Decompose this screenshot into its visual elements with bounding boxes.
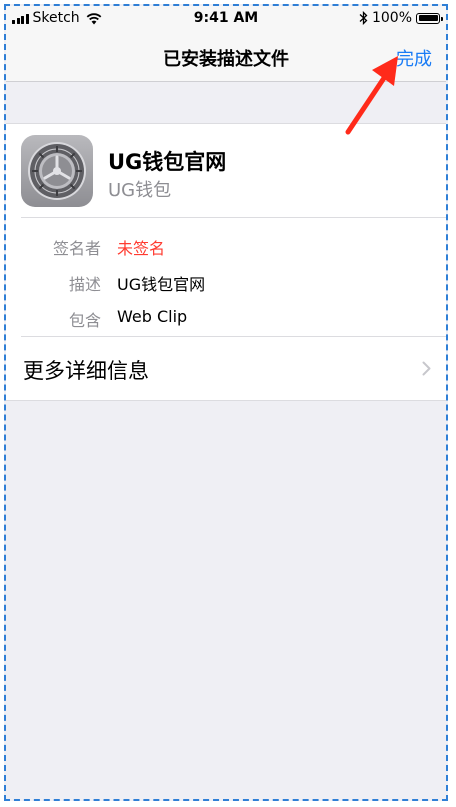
more-details-row[interactable]: 更多详细信息 (6, 337, 446, 400)
detail-key: 签名者 (52, 239, 101, 258)
screenshot-frame: Sketch 9:41 AM 100% 已安装描述文件 完成 UG钱包官网 UG… (4, 4, 448, 801)
status-bar: Sketch 9:41 AM 100% (6, 6, 446, 32)
annotation-arrow-icon (345, 56, 398, 135)
status-right: 100% (359, 10, 443, 26)
battery-percent: 100% (371, 10, 412, 26)
detail-value: Web Clip (117, 307, 188, 326)
detail-value: UG钱包官网 (117, 275, 206, 294)
profile-name: UG钱包官网 (108, 150, 227, 174)
settings-gear-icon (21, 135, 93, 207)
profile-subtitle: UG钱包 (108, 180, 172, 201)
bluetooth-icon (359, 11, 368, 25)
battery-icon (416, 12, 443, 24)
divider (21, 217, 446, 218)
detail-key: 包含 (68, 311, 101, 330)
detail-row-signer: 签名者 未签名 (6, 231, 446, 261)
profile-card: UG钱包官网 UG钱包 签名者 未签名 描述 UG钱包官网 包含 Web Cli… (6, 123, 446, 401)
detail-row-contains: 包含 Web Clip (6, 303, 446, 333)
detail-row-description: 描述 UG钱包官网 (6, 267, 446, 297)
detail-key: 描述 (68, 275, 101, 294)
chevron-right-icon (422, 361, 431, 376)
more-details-label: 更多详细信息 (23, 359, 149, 383)
detail-value: 未签名 (117, 239, 166, 258)
